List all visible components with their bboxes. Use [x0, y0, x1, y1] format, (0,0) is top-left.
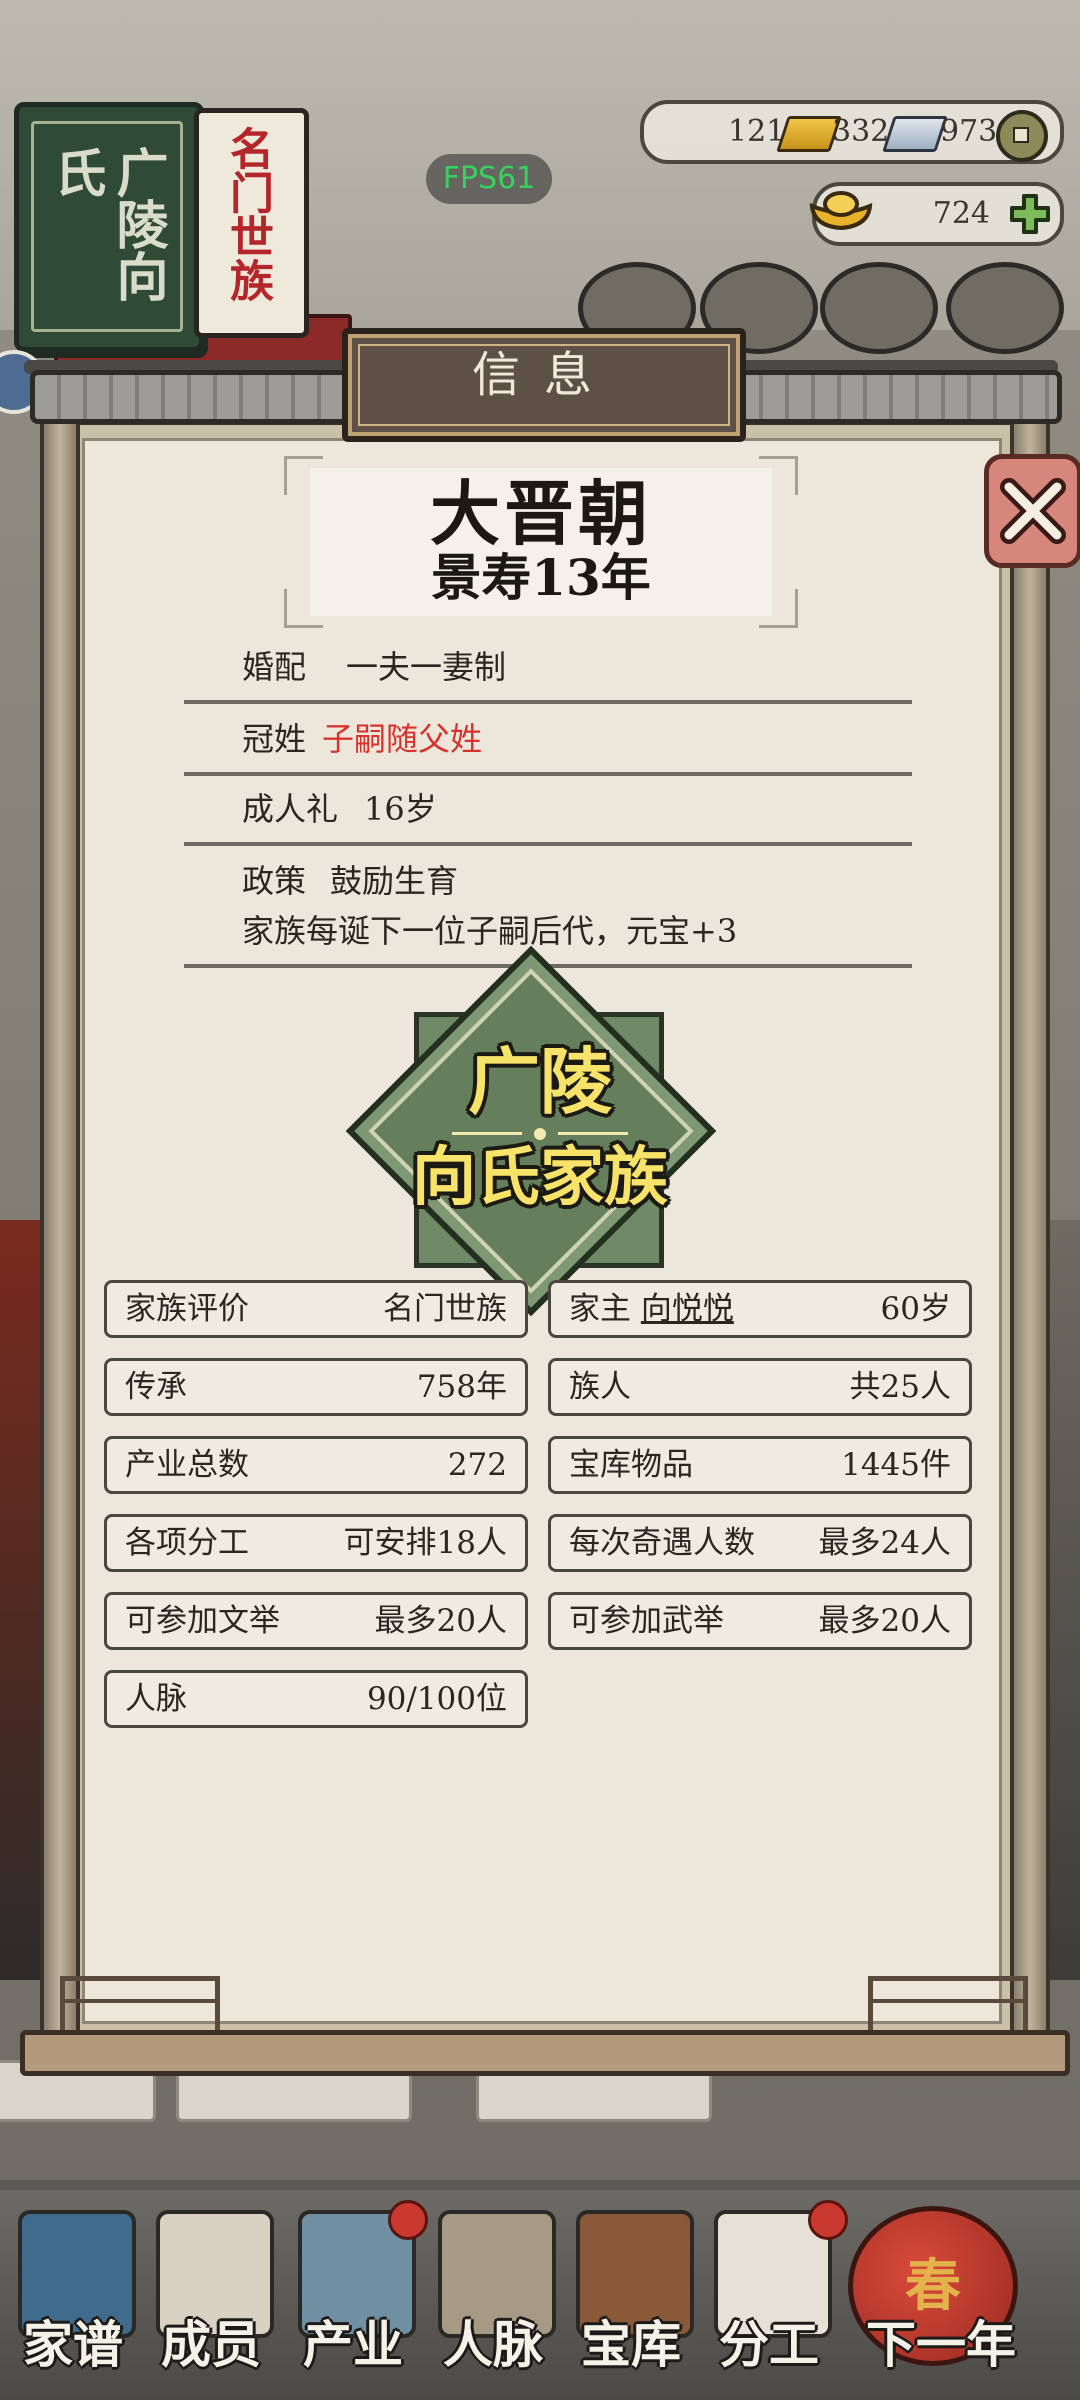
rule-label: 政策 [242, 862, 307, 900]
clan-emblem: 广陵 向氏家族 [345, 945, 720, 1320]
rule-value: 鼓励生育 [330, 862, 459, 900]
nav-label: 下一年 [866, 2315, 1016, 2374]
rule-row-marriage: 婚配 一夫一妻制 [184, 628, 912, 704]
stat-label: 可参加武举 [569, 1603, 724, 1639]
ingot-count: 724 [932, 196, 990, 231]
stat-label: 人脉 [125, 1681, 187, 1717]
stat-label: 族人 [569, 1369, 631, 1405]
nav-label: 人脉 [443, 2315, 543, 2374]
rule-label: 婚配 [242, 648, 307, 686]
clan-book[interactable]: 广陵向氏 名门世族 [14, 96, 352, 368]
stat-label: 宝库物品 [569, 1447, 693, 1483]
stat-label: 各项分工 [125, 1525, 249, 1561]
stat-connections: 人脉 90/100位 [104, 1670, 528, 1728]
stat-value: 共25人 [849, 1369, 951, 1405]
stat-clan-head: 家主 向悦悦 60岁 [548, 1280, 972, 1338]
stat-label: 传承 [125, 1369, 187, 1405]
fps-counter: FPS61 [426, 154, 552, 204]
rule-row-surname: 冠姓 子嗣随父姓 [184, 700, 912, 776]
nav-label: 分工 [719, 2315, 819, 2374]
rule-value: 16岁 [364, 790, 437, 828]
close-icon [1000, 478, 1066, 544]
stat-label: 家主 向悦悦 [569, 1283, 734, 1335]
nav-work[interactable]: 分工 [704, 2200, 848, 2390]
nav-members[interactable]: 成员 [146, 2200, 276, 2390]
stat-value: 最多24人 [818, 1525, 951, 1561]
notification-dot [388, 2200, 428, 2240]
dialog-title-plaque: 信息 [342, 328, 746, 442]
nav-industry[interactable]: 产业 [288, 2200, 428, 2390]
stat-industry-total: 产业总数 272 [104, 1436, 528, 1494]
stat-value: 1445件 [841, 1447, 951, 1483]
dynasty-name: 大晋朝 [430, 472, 652, 555]
stat-label: 家族评价 [125, 1291, 249, 1327]
nav-treasury[interactable]: 宝库 [566, 2200, 696, 2390]
dynasty-heading: 大晋朝 景寿13年 [284, 456, 798, 628]
stat-clan-members: 族人 共25人 [548, 1358, 972, 1416]
clan-head-label: 家主 [569, 1291, 631, 1327]
rule-detail: 家族每诞下一位子嗣后代，元宝+3 [242, 912, 738, 950]
emblem-place: 广陵 [467, 1039, 612, 1124]
stat-label: 每次奇遇人数 [569, 1525, 755, 1561]
stat-encounter-count: 每次奇遇人数 最多24人 [548, 1514, 972, 1572]
add-ingot-icon[interactable] [1008, 192, 1052, 236]
notification-dot [808, 2200, 848, 2240]
stat-clan-rating: 家族评价 名门世族 [104, 1280, 528, 1338]
scroll-pole-left [40, 420, 80, 2048]
stat-label: 产业总数 [125, 1447, 249, 1483]
nav-label: 家谱 [23, 2315, 123, 2374]
nav-next-year[interactable]: 下一年 [866, 2200, 1016, 2390]
book-page-title: 名门世族 [222, 126, 273, 302]
stat-heritage: 传承 758年 [104, 1358, 528, 1416]
rule-value: 子嗣随父姓 [322, 720, 483, 758]
nav-genealogy[interactable]: 家谱 [8, 2200, 138, 2390]
dialog-title: 信息 [471, 347, 616, 403]
stat-value: 272 [447, 1447, 507, 1483]
stat-value: 758年 [416, 1369, 507, 1405]
resource-bar: 121 332 973 [640, 100, 1064, 164]
rule-row-coming-of-age: 成人礼 16岁 [184, 772, 912, 846]
stat-work-assignment: 各项分工 可安排18人 [104, 1514, 528, 1572]
stat-value: 最多20人 [374, 1603, 507, 1639]
rule-value: 一夫一妻制 [346, 648, 507, 686]
book-cover-title: 广陵向氏 [45, 146, 168, 302]
ingot-bar: 724 [809, 182, 1064, 246]
stat-value: 可安排18人 [343, 1525, 507, 1561]
nav-connections[interactable]: 人脉 [428, 2200, 558, 2390]
clan-head-name-link[interactable]: 向悦悦 [641, 1291, 734, 1327]
stat-treasury-items: 宝库物品 1445件 [548, 1436, 972, 1494]
stat-value: 最多20人 [818, 1603, 951, 1639]
scroll-pole-right [1010, 420, 1050, 2048]
stat-value: 名门世族 [383, 1291, 507, 1327]
emblem-clan-name: 向氏家族 [412, 1140, 668, 1215]
nav-label: 宝库 [581, 2315, 681, 2374]
silver-bar-icon [882, 116, 948, 152]
close-button[interactable] [984, 454, 1080, 568]
coin-count: 973 [940, 114, 998, 149]
rule-label: 成人礼 [242, 790, 339, 828]
silver-count: 332 [832, 114, 890, 149]
nav-label: 成员 [161, 2315, 261, 2374]
stat-military-exam: 可参加武举 最多20人 [548, 1592, 972, 1650]
coin-icon [996, 110, 1048, 162]
ingot-icon [809, 191, 873, 231]
nav-label: 产业 [303, 2315, 403, 2374]
stat-value: 90/100位 [366, 1681, 507, 1717]
stat-label: 可参加文举 [125, 1603, 280, 1639]
stat-civil-exam: 可参加文举 最多20人 [104, 1592, 528, 1650]
menu-icon-settings[interactable] [946, 262, 1064, 354]
rule-row-policy: 政策 鼓励生育 家族每诞下一位子嗣后代，元宝+3 [184, 842, 912, 968]
rule-label: 冠姓 [242, 720, 307, 758]
scroll-bottom-bar [20, 2030, 1070, 2076]
stat-value: 60岁 [880, 1291, 951, 1327]
era-year: 景寿13年 [431, 548, 651, 607]
menu-icon-brush[interactable] [820, 262, 938, 354]
